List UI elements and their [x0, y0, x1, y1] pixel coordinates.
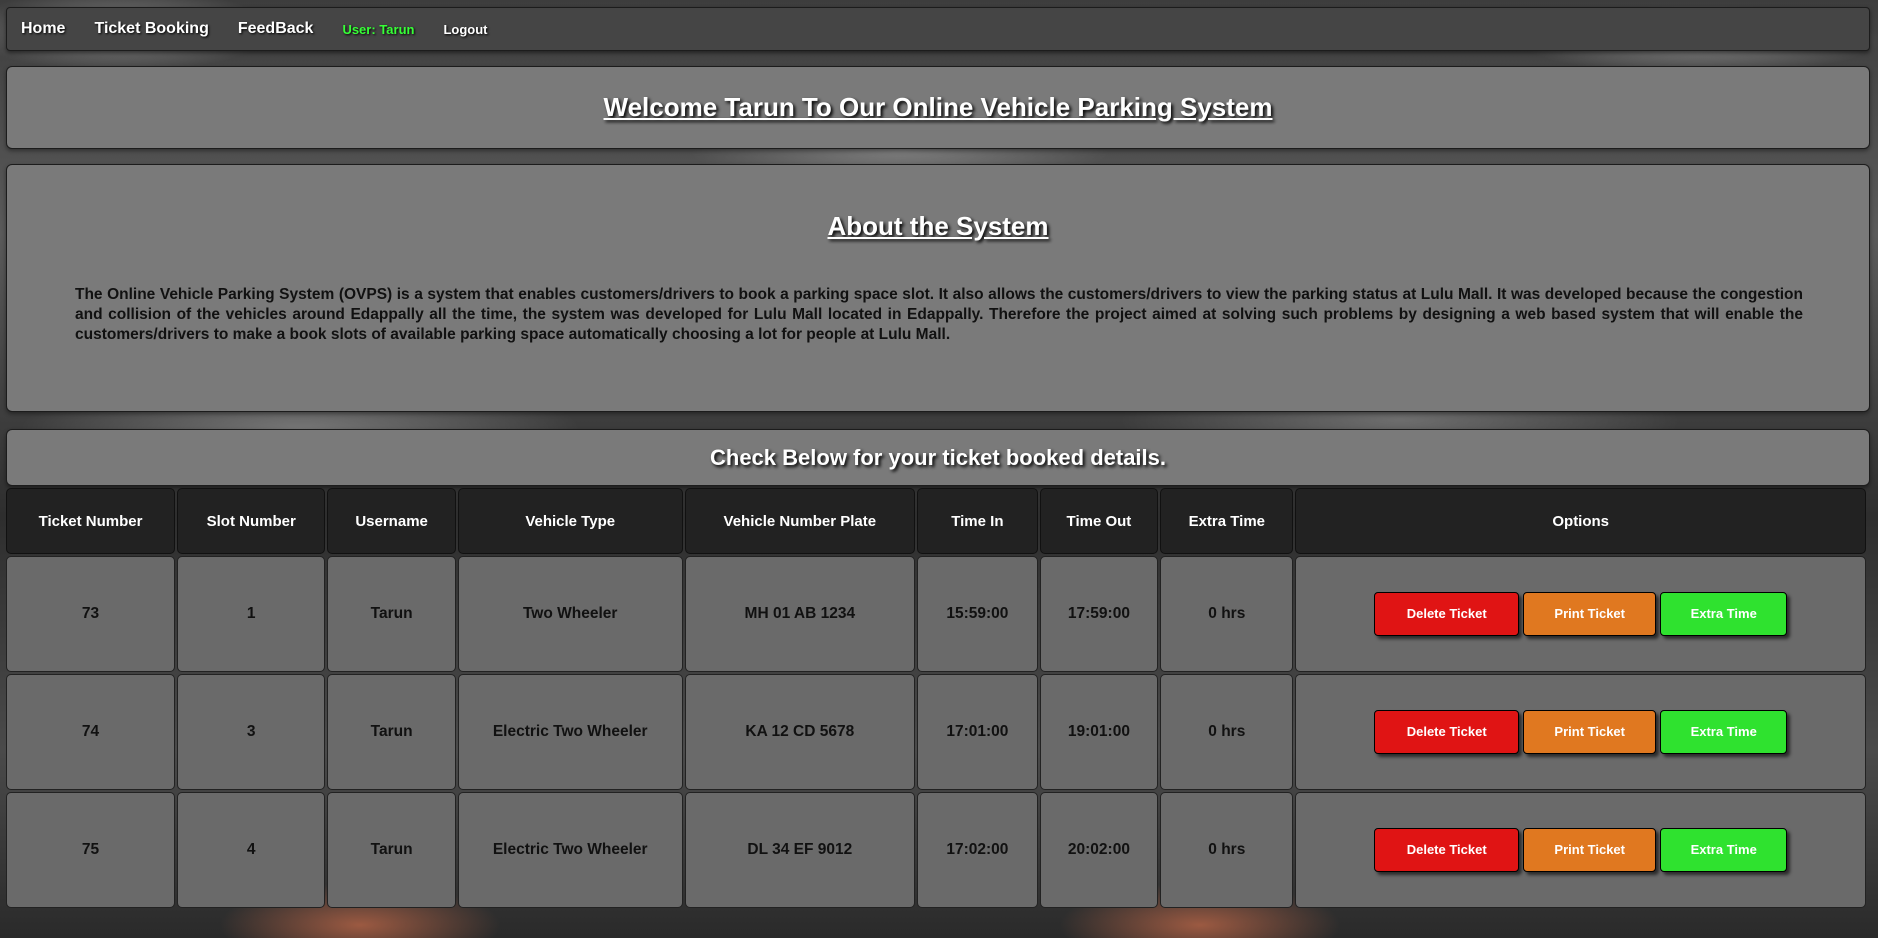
table-body: 73 1 Tarun Two Wheeler MH 01 AB 1234 15:59:00…: [6, 556, 1866, 908]
ticket-heading: Check Below for your ticket booked detai…: [710, 444, 1166, 470]
options-cell: Delete Ticket Print Ticket Extra Time: [1295, 556, 1866, 672]
about-panel: About the System The Online Vehicle Park…: [6, 164, 1870, 412]
nav-feedback-link[interactable]: FeedBack: [238, 20, 314, 38]
top-navbar: Home Ticket Booking FeedBack User: Tarun…: [6, 7, 1870, 51]
vehicle-type-cell: Electric Two Wheeler: [457, 674, 683, 790]
current-user-label: User: Tarun: [342, 22, 414, 37]
delete-ticket-button[interactable]: Delete Ticket: [1374, 828, 1520, 872]
ticket-table-container: Ticket Number Slot Number Username Vehicle …: [6, 486, 1870, 910]
nav-ticket-booking-link[interactable]: Ticket Booking: [94, 20, 208, 38]
ticket-number-cell: 73: [6, 556, 176, 672]
nav-home-link[interactable]: Home: [21, 20, 65, 38]
username-cell: Tarun: [327, 792, 456, 908]
delete-ticket-button[interactable]: Delete Ticket: [1374, 592, 1520, 636]
time-out-cell: 17:59:00: [1039, 556, 1159, 672]
table-header-row: Ticket Number Slot Number Username Vehicle …: [6, 488, 1866, 554]
time-in-cell: 17:02:00: [917, 792, 1038, 908]
column-header: Extra Time: [1160, 488, 1294, 554]
slot-number-cell: 1: [177, 556, 326, 672]
column-header: Ticket Number: [6, 488, 176, 554]
vehicle-plate-cell: DL 34 EF 9012: [684, 792, 916, 908]
time-in-cell: 17:01:00: [917, 674, 1038, 790]
welcome-title: Welcome Tarun To Our Online Vehicle Park…: [603, 92, 1273, 122]
column-header: Slot Number: [177, 488, 326, 554]
username-cell: Tarun: [327, 556, 456, 672]
options-cell: Delete Ticket Print Ticket Extra Time: [1295, 792, 1866, 908]
extra-time-cell: 0 hrs: [1160, 792, 1294, 908]
ticket-number-cell: 75: [6, 792, 176, 908]
ticket-number-cell: 74: [6, 674, 176, 790]
ticket-heading-panel: Check Below for your ticket booked detai…: [6, 429, 1870, 486]
ticket-table: Ticket Number Slot Number Username Vehicle …: [4, 486, 1868, 910]
extra-time-button[interactable]: Extra Time: [1660, 828, 1788, 872]
options-cell: Delete Ticket Print Ticket Extra Time: [1295, 674, 1866, 790]
username-cell: Tarun: [327, 674, 456, 790]
vehicle-plate-cell: KA 12 CD 5678: [684, 674, 916, 790]
column-header: Vehicle Number Plate: [684, 488, 916, 554]
column-header: Username: [327, 488, 456, 554]
welcome-panel: Welcome Tarun To Our Online Vehicle Park…: [6, 66, 1870, 149]
slot-number-cell: 3: [177, 674, 326, 790]
table-row: 73 1 Tarun Two Wheeler MH 01 AB 1234 15:59:00…: [6, 556, 1866, 672]
extra-time-button[interactable]: Extra Time: [1660, 592, 1788, 636]
table-row: 74 3 Tarun Electric Two Wheeler KA 12 CD 567…: [6, 674, 1866, 790]
about-title: About the System: [827, 211, 1049, 241]
extra-time-cell: 0 hrs: [1160, 674, 1294, 790]
vehicle-type-cell: Two Wheeler: [457, 556, 683, 672]
extra-time-cell: 0 hrs: [1160, 556, 1294, 672]
print-ticket-button[interactable]: Print Ticket: [1523, 828, 1657, 872]
user-label: User:: [342, 21, 376, 37]
slot-number-cell: 4: [177, 792, 326, 908]
column-header: Options: [1295, 488, 1866, 554]
print-ticket-button[interactable]: Print Ticket: [1523, 710, 1657, 754]
extra-time-button[interactable]: Extra Time: [1660, 710, 1788, 754]
vehicle-plate-cell: MH 01 AB 1234: [684, 556, 916, 672]
print-ticket-button[interactable]: Print Ticket: [1523, 592, 1657, 636]
time-out-cell: 20:02:00: [1039, 792, 1159, 908]
column-header: Time In: [917, 488, 1038, 554]
column-header: Vehicle Type: [457, 488, 683, 554]
delete-ticket-button[interactable]: Delete Ticket: [1374, 710, 1520, 754]
about-description: The Online Vehicle Parking System (OVPS)…: [75, 286, 1803, 343]
vehicle-type-cell: Electric Two Wheeler: [457, 792, 683, 908]
nav-logout-link[interactable]: Logout: [443, 22, 487, 37]
column-header: Time Out: [1039, 488, 1159, 554]
user-name: Tarun: [379, 21, 415, 37]
table-row: 75 4 Tarun Electric Two Wheeler DL 34 EF 901…: [6, 792, 1866, 908]
time-in-cell: 15:59:00: [917, 556, 1038, 672]
time-out-cell: 19:01:00: [1039, 674, 1159, 790]
